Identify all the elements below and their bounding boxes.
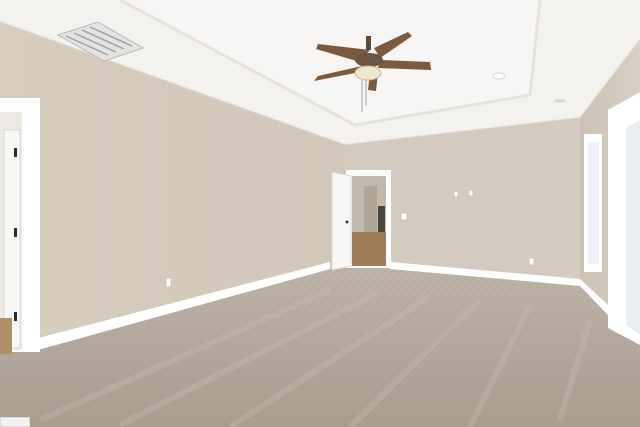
recessed-light [492,72,506,80]
hallway-fireplace [378,206,385,232]
left-door-panel [3,129,21,349]
empty-bedroom-photo [0,0,640,427]
outlet-icon [468,189,474,197]
left-door-floor-threshold [0,318,12,354]
hallway-far-door [364,186,377,232]
door-hinge-icon [14,148,17,157]
right-window-glass [588,142,599,264]
recessed-light [554,99,566,103]
corner-watermark [0,417,30,427]
door-knob [345,220,349,224]
door-hinge-icon [14,312,17,321]
outlet-icon [528,257,535,266]
hallway-floor [352,232,386,266]
door-hinge-icon [14,228,17,237]
outlet-icon [453,190,459,198]
hall-door-open-panel [331,171,352,271]
right-patio-door-glass [626,120,640,335]
light-switch-icon [400,212,408,221]
outlet-icon [165,277,172,288]
room-illustration [0,0,640,427]
